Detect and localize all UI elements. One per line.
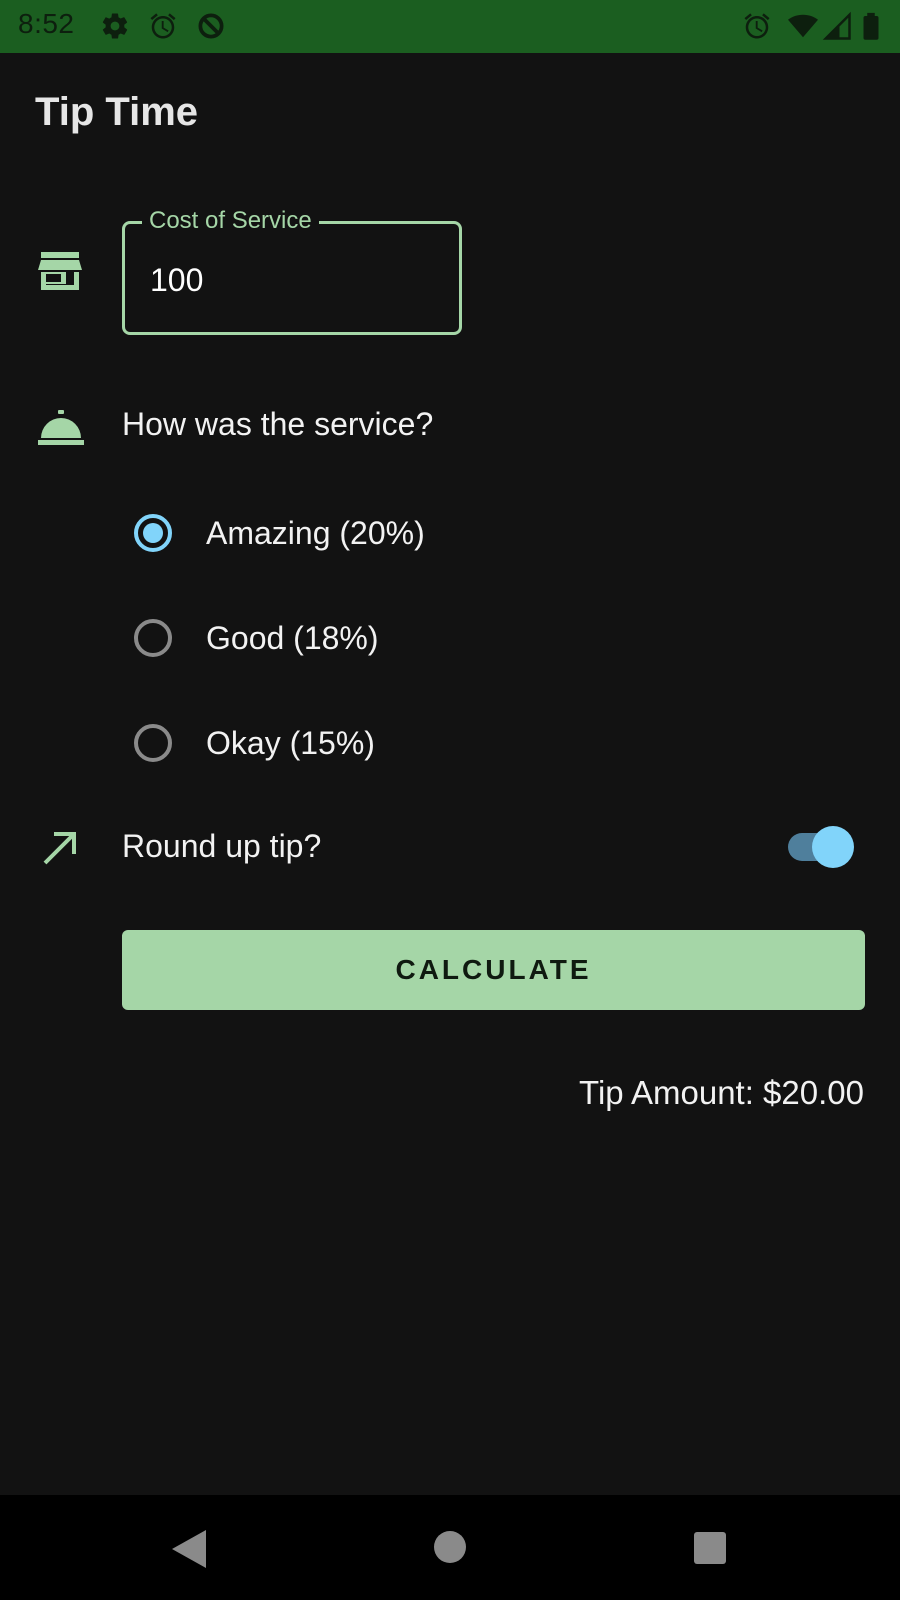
alarm-icon bbox=[150, 13, 176, 39]
wifi-icon bbox=[788, 14, 818, 38]
round-up-label: Round up tip? bbox=[122, 828, 322, 864]
radio-option-okay[interactable]: Okay (15%) bbox=[134, 718, 375, 768]
radio-button[interactable] bbox=[134, 724, 172, 762]
round-up-toggle[interactable] bbox=[788, 826, 858, 868]
back-icon[interactable] bbox=[172, 1530, 206, 1568]
service-question: How was the service? bbox=[122, 406, 434, 442]
radio-button[interactable] bbox=[134, 619, 172, 657]
radio-label: Good (18%) bbox=[206, 619, 379, 656]
radio-dot bbox=[143, 523, 163, 543]
radio-label: Amazing (20%) bbox=[206, 514, 425, 551]
radio-button-checked[interactable] bbox=[134, 514, 172, 552]
status-time: 8:52 bbox=[18, 8, 75, 39]
app-screen: 8:52 Tip Time Cost of Service 100 How wa… bbox=[0, 0, 900, 1600]
cost-of-service-value[interactable]: 100 bbox=[150, 262, 203, 299]
radio-label: Okay (15%) bbox=[206, 724, 375, 761]
page-title: Tip Time bbox=[35, 90, 199, 134]
tip-amount-text: Tip Amount: $20.00 bbox=[579, 1074, 864, 1111]
calculate-button[interactable]: CALCULATE bbox=[122, 930, 865, 1010]
toggle-thumb bbox=[812, 826, 854, 868]
cellular-icon bbox=[822, 11, 851, 40]
radio-option-amazing[interactable]: Amazing (20%) bbox=[134, 508, 425, 558]
home-icon[interactable] bbox=[434, 1531, 466, 1563]
gear-icon bbox=[102, 13, 128, 39]
recents-icon[interactable] bbox=[694, 1532, 726, 1564]
data-saver-icon bbox=[198, 13, 224, 39]
cost-of-service-label: Cost of Service bbox=[142, 207, 319, 235]
trending-up-arrow-icon bbox=[43, 832, 76, 865]
status-bar: 8:52 bbox=[0, 0, 900, 53]
radio-option-good[interactable]: Good (18%) bbox=[134, 613, 379, 663]
store-icon bbox=[38, 252, 82, 290]
room-service-icon bbox=[38, 410, 84, 445]
battery-icon bbox=[863, 12, 879, 40]
alarm-icon bbox=[744, 13, 770, 39]
